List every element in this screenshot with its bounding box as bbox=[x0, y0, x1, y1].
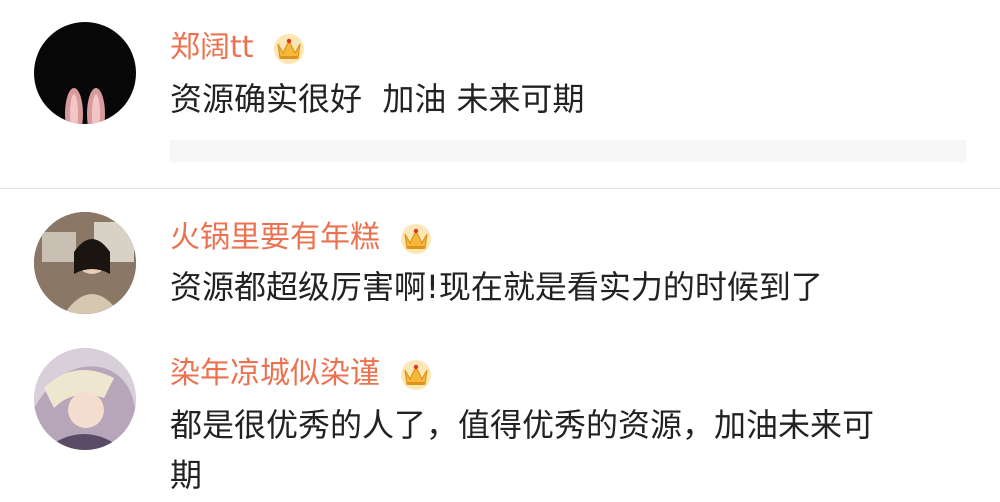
comment-text: 资源都超级厉害啊!现在就是看实力的时候到了 bbox=[170, 268, 823, 306]
username[interactable]: 郑阔tt bbox=[170, 22, 307, 66]
username[interactable]: 火锅里要有年糕 bbox=[170, 212, 434, 256]
comment-item: 郑阔tt 资源确实很好 加油 未来可期 bbox=[0, 0, 1000, 190]
username[interactable]: 染年凉城似染谨 bbox=[170, 348, 434, 392]
divider bbox=[0, 188, 1000, 189]
vip-crown-icon bbox=[400, 359, 431, 390]
anime-avatar-icon bbox=[34, 348, 136, 450]
avatar[interactable] bbox=[34, 212, 136, 314]
vip-crown-icon bbox=[274, 33, 305, 64]
bunny-ears-icon bbox=[65, 88, 105, 124]
comment-text-line-2: 期 bbox=[170, 456, 203, 494]
vip-crown-icon bbox=[400, 223, 431, 254]
avatar[interactable] bbox=[34, 348, 136, 450]
comment-item: 火锅里要有年糕 资源都超级厉害啊!现在就是看实力的时候到了 bbox=[0, 190, 1000, 340]
comment-item: 染年凉城似染谨 都是很优秀的人了，值得优秀的资源，加油未来可 期 bbox=[0, 340, 1000, 501]
comment-text: 资源确实很好 加油 未来可期 bbox=[170, 80, 585, 118]
comment-text-line-1: 都是很优秀的人了，值得优秀的资源，加油未来可 bbox=[170, 406, 875, 444]
user-photo-icon bbox=[34, 212, 136, 314]
reply-area[interactable] bbox=[170, 140, 966, 162]
avatar[interactable] bbox=[34, 22, 136, 124]
